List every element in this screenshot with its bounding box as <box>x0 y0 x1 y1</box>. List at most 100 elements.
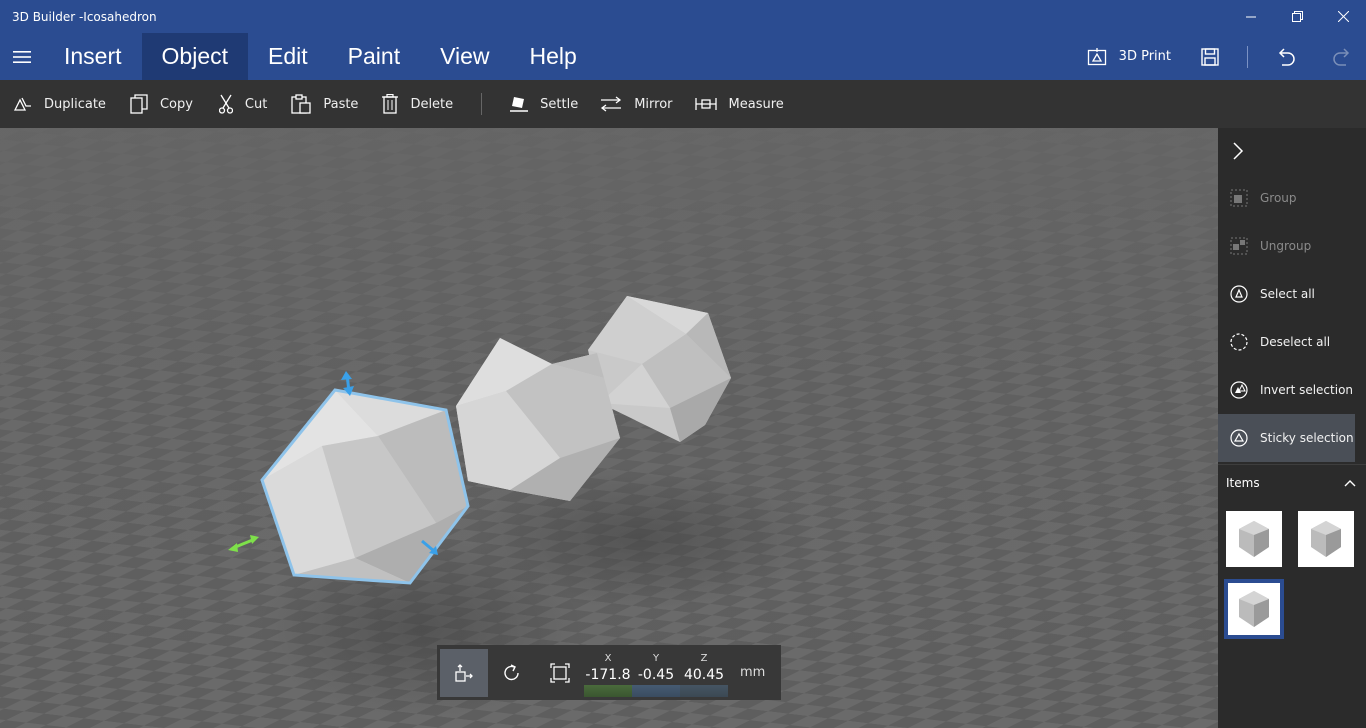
y-label: Y <box>652 652 660 664</box>
x-axis-bar <box>584 684 632 697</box>
save-button[interactable] <box>1181 33 1239 80</box>
invert-selection-icon <box>1230 381 1248 399</box>
menu-view[interactable]: View <box>420 33 509 80</box>
window-title: 3D Builder -Icosahedron <box>12 9 157 24</box>
redo-icon <box>1333 47 1350 66</box>
restore-icon <box>1291 11 1303 22</box>
group-icon <box>1230 189 1248 207</box>
z-coordinate-field[interactable]: Z 40.45 <box>680 649 728 697</box>
menu-insert[interactable]: Insert <box>44 33 142 80</box>
menu-edit[interactable]: Edit <box>248 33 328 80</box>
scale-mode-button[interactable] <box>536 649 584 697</box>
app-window: 3D Builder -Icosahedron Insert Object Ed… <box>0 0 1366 728</box>
icosahedron-thumbnail <box>1239 521 1269 557</box>
deselect-all-button[interactable]: Deselect all <box>1218 318 1366 366</box>
redo-button[interactable] <box>1316 33 1366 80</box>
mirror-icon <box>601 96 622 112</box>
x-label: X <box>604 652 612 664</box>
panel-expand-button[interactable] <box>1218 128 1366 174</box>
scale-icon <box>550 662 570 683</box>
duplicate-label: Duplicate <box>44 96 106 112</box>
z-label: Z <box>700 652 708 664</box>
settle-icon <box>510 97 529 112</box>
group-button[interactable]: Group <box>1218 174 1366 222</box>
transform-hud: X -171.8 Y -0.45 Z 40.45 mm <box>437 645 781 700</box>
copy-icon <box>130 94 148 114</box>
ungroup-icon <box>1230 237 1248 255</box>
save-icon <box>1201 47 1219 66</box>
delete-label: Delete <box>410 96 454 112</box>
minimize-icon <box>1246 16 1256 17</box>
close-icon <box>1337 11 1349 22</box>
restore-button[interactable] <box>1274 0 1320 33</box>
item-thumbnail[interactable] <box>1226 511 1282 567</box>
icosahedron-thumbnail <box>1239 591 1269 627</box>
sticky-selection-toggle[interactable]: Sticky selection <box>1218 414 1355 462</box>
scissors-icon <box>218 94 233 114</box>
trash-icon <box>382 94 399 114</box>
3d-viewport[interactable] <box>0 128 1218 728</box>
close-button[interactable] <box>1320 0 1366 33</box>
z-value: 40.45 <box>683 666 725 683</box>
copy-button[interactable]: Copy <box>118 80 205 128</box>
move-icon <box>455 663 473 682</box>
deselect-all-label: Deselect all <box>1260 335 1331 349</box>
item-thumbnail-selected[interactable] <box>1224 579 1284 639</box>
object-toolbar: Duplicate Copy Cut Paste Delete Settle M… <box>0 80 1366 128</box>
menu-object[interactable]: Object <box>141 33 249 80</box>
3d-print-icon <box>1087 47 1106 65</box>
cut-label: Cut <box>244 96 268 112</box>
settle-button[interactable]: Settle <box>498 80 590 128</box>
cut-button[interactable]: Cut <box>205 80 279 128</box>
duplicate-icon <box>14 97 31 111</box>
undo-button[interactable] <box>1256 33 1316 80</box>
ungroup-button[interactable]: Ungroup <box>1218 222 1366 270</box>
invert-selection-button[interactable]: Invert selection <box>1218 366 1366 414</box>
scene-canvas <box>0 128 1218 728</box>
item-thumbnail[interactable] <box>1298 511 1354 567</box>
toolbar-separator <box>1247 45 1248 68</box>
title-bar: 3D Builder -Icosahedron <box>0 0 1366 33</box>
group-label: Group <box>1260 191 1297 205</box>
copy-label: Copy <box>159 96 193 112</box>
side-panel: Group Ungroup Select all Deselect all In… <box>1218 128 1366 728</box>
deselect-all-icon <box>1230 333 1248 351</box>
sticky-selection-icon <box>1230 429 1248 447</box>
rotate-icon <box>504 663 519 680</box>
menu-help[interactable]: Help <box>510 33 597 80</box>
items-header-label: Items <box>1226 476 1260 490</box>
menu-paint[interactable]: Paint <box>328 33 420 80</box>
menu-bar: Insert Object Edit Paint View Help 3D Pr… <box>0 33 1366 80</box>
mirror-button[interactable]: Mirror <box>590 80 684 128</box>
move-mode-button[interactable] <box>440 648 488 697</box>
duplicate-button[interactable]: Duplicate <box>10 80 118 128</box>
mirror-label: Mirror <box>634 96 673 112</box>
unit-label: mm <box>740 665 766 680</box>
paste-button[interactable]: Paste <box>279 80 370 128</box>
select-all-icon <box>1230 285 1248 303</box>
chevron-up-icon <box>1344 480 1356 487</box>
minimize-button[interactable] <box>1228 0 1274 33</box>
icosahedron-thumbnail <box>1311 521 1341 557</box>
3d-print-button[interactable]: 3D Print <box>1077 33 1181 80</box>
sticky-selection-label: Sticky selection <box>1260 431 1354 445</box>
settle-label: Settle <box>540 96 579 112</box>
x-coordinate-field[interactable]: X -171.8 <box>584 649 632 697</box>
y-value: -0.45 <box>637 666 675 683</box>
hamburger-button[interactable] <box>0 33 44 80</box>
paste-label: Paste <box>323 96 359 112</box>
3d-print-label: 3D Print <box>1118 49 1171 64</box>
paste-icon <box>291 94 311 114</box>
select-all-button[interactable]: Select all <box>1218 270 1366 318</box>
invert-selection-label: Invert selection <box>1260 383 1354 397</box>
measure-button[interactable]: Measure <box>685 80 796 128</box>
z-axis-bar <box>680 684 728 697</box>
x-value: -171.8 <box>585 666 631 683</box>
items-header[interactable]: Items <box>1218 465 1366 501</box>
delete-button[interactable]: Delete <box>370 80 465 128</box>
measure-icon <box>694 98 717 110</box>
y-axis-bar <box>632 684 680 697</box>
y-coordinate-field[interactable]: Y -0.45 <box>632 649 680 697</box>
toolbar-separator <box>481 93 483 115</box>
rotate-mode-button[interactable] <box>488 649 536 697</box>
